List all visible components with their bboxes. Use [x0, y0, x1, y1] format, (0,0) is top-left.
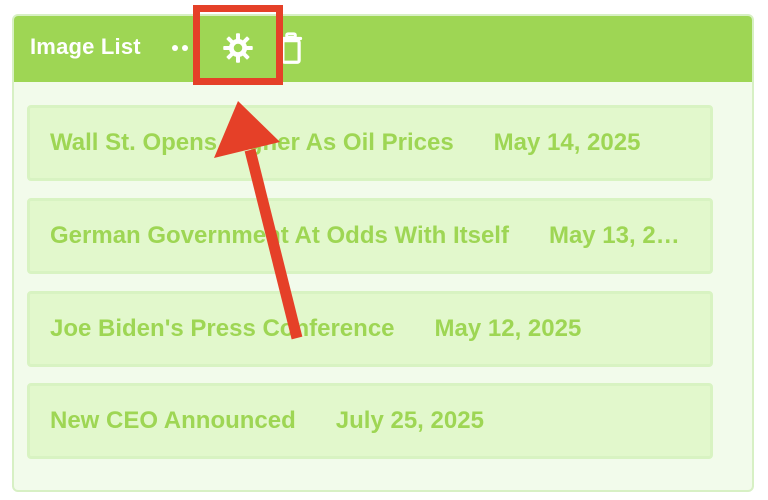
item-title: German Government At Odds With Itself: [50, 222, 509, 249]
more-dots-icon: [182, 45, 188, 51]
item-title: Wall St. Opens Higher As Oil Prices: [50, 129, 454, 156]
trash-icon: [279, 32, 303, 64]
item-date: May 13, 2025: [548, 222, 696, 249]
item-title: New CEO Announced: [50, 407, 296, 434]
item-date: May 12, 2025: [434, 315, 582, 342]
list-item[interactable]: Joe Biden's Press Conference May 12, 202…: [27, 291, 713, 367]
panel-title: Image List: [30, 34, 141, 59]
more-dots-icon: [172, 45, 178, 51]
settings-button[interactable]: [216, 30, 260, 66]
gear-icon: [223, 33, 253, 63]
stage: Image List Wall St. Opens Higher As Oil …: [0, 0, 768, 500]
panel-header: Image List: [14, 16, 752, 82]
list-item[interactable]: New CEO Announced July 25, 2025: [27, 383, 713, 459]
list-item[interactable]: German Government At Odds With Itself Ma…: [27, 198, 713, 274]
item-date: July 25, 2025: [335, 407, 484, 434]
more-options-button[interactable]: [168, 36, 192, 60]
list-item[interactable]: Wall St. Opens Higher As Oil Prices May …: [27, 105, 713, 181]
delete-button[interactable]: [276, 30, 306, 66]
item-date: May 14, 2025: [493, 129, 641, 156]
item-title: Joe Biden's Press Conference: [50, 315, 395, 342]
